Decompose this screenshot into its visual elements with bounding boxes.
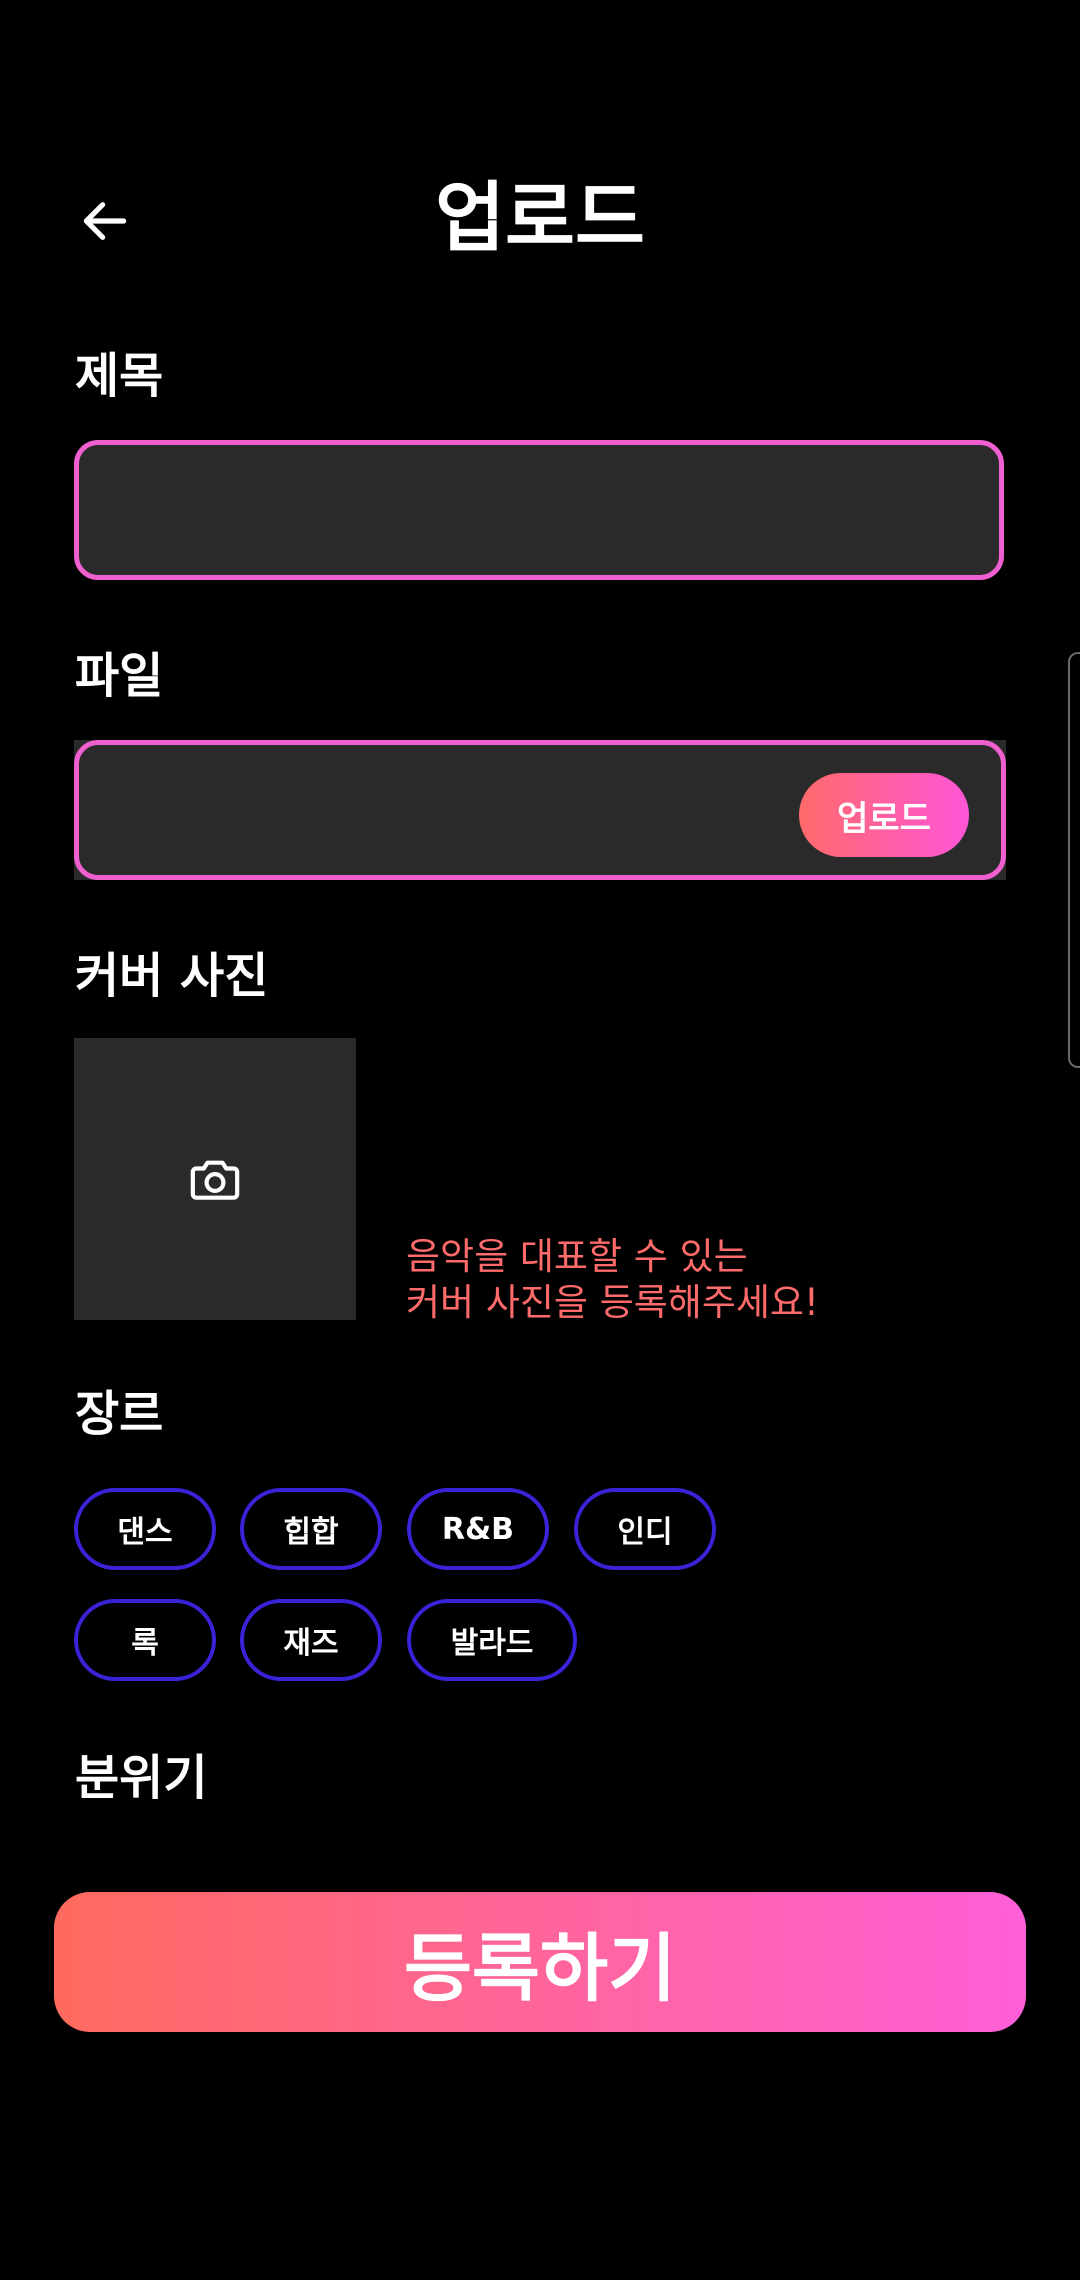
genre-chip-hiphop[interactable]: 힙합	[240, 1488, 382, 1570]
mood-label: 분위기	[75, 1750, 208, 1806]
cover-hint: 음악을 대표할 수 있는 커버 사진을 등록해주세요!	[406, 1234, 819, 1326]
genre-chip-jazz[interactable]: 재즈	[240, 1599, 382, 1681]
genre-label: 장르	[75, 1386, 164, 1442]
genre-chip-ballad[interactable]: 발라드	[407, 1599, 577, 1681]
cover-label: 커버 사진	[75, 948, 269, 1004]
cover-photo-picker[interactable]	[74, 1038, 356, 1320]
camera-icon	[190, 1160, 240, 1200]
file-input[interactable]: 업로드	[74, 740, 1006, 880]
title-input[interactable]	[74, 440, 1004, 580]
file-upload-button[interactable]: 업로드	[799, 773, 969, 857]
scroll-indicator[interactable]	[1068, 652, 1080, 1068]
genre-chip-rnb[interactable]: R&B	[407, 1488, 549, 1570]
genre-chip-dance[interactable]: 댄스	[74, 1488, 216, 1570]
cover-hint-line-2: 커버 사진을 등록해주세요!	[406, 1281, 819, 1324]
file-field-container: 업로드	[74, 740, 1006, 880]
genre-chip-indie[interactable]: 인디	[574, 1488, 716, 1570]
title-label: 제목	[75, 348, 164, 404]
genre-chip-rock[interactable]: 록	[74, 1599, 216, 1681]
file-label: 파일	[75, 648, 164, 704]
page-title: 업로드	[435, 173, 645, 262]
cover-hint-line-1: 음악을 대표할 수 있는	[406, 1235, 748, 1278]
submit-button[interactable]: 등록하기	[54, 1892, 1026, 2032]
